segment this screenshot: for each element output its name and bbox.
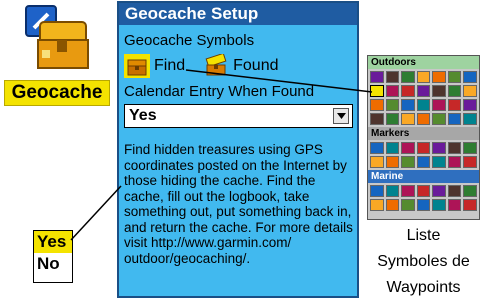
symbol-cell[interactable] — [432, 71, 446, 83]
calendar-entry-label: Calendar Entry When Found — [124, 83, 315, 100]
symbol-cell[interactable] — [370, 185, 384, 197]
caption-line-1: Liste — [406, 227, 441, 244]
symbol-cell[interactable] — [447, 185, 462, 197]
yes-no-callout: Yes No — [33, 230, 73, 283]
caption-line-2: Symboles de — [377, 253, 470, 270]
geocache-app-icon — [22, 4, 92, 74]
symbol-cell[interactable] — [447, 142, 462, 154]
symbol-cell[interactable] — [370, 99, 384, 111]
symbol-cell[interactable] — [385, 156, 400, 168]
symbol-cell[interactable] — [463, 185, 477, 197]
symbol-cell[interactable] — [447, 85, 462, 97]
symbol-cell[interactable] — [416, 185, 431, 197]
symbol-cell[interactable] — [416, 71, 431, 83]
symbol-list-caption: Liste Symboles de Waypoints — [367, 223, 480, 301]
symbol-cell[interactable] — [385, 113, 400, 125]
symbol-cell[interactable] — [416, 199, 431, 211]
geocache-symbol-cell[interactable] — [370, 85, 384, 97]
symbol-cell[interactable] — [416, 156, 431, 168]
found-symbol-button[interactable]: Found — [203, 53, 279, 79]
symbol-cell[interactable] — [463, 99, 477, 111]
geocache-symbols-label: Geocache Symbols — [124, 32, 255, 49]
marine-symbol-grid — [368, 183, 479, 213]
yes-connector-line — [70, 185, 122, 241]
symbol-cell[interactable] — [416, 85, 431, 97]
option-yes[interactable]: Yes — [34, 231, 72, 253]
symbol-cell[interactable] — [432, 185, 446, 197]
outdoors-symbol-grid — [368, 69, 479, 127]
symbol-cell[interactable] — [370, 113, 384, 125]
symbol-cell[interactable] — [370, 199, 384, 211]
symbol-cell[interactable] — [385, 199, 400, 211]
find-symbol-button[interactable]: Find — [124, 53, 185, 79]
dropdown-arrow-icon[interactable] — [333, 108, 349, 124]
app-label: Geocache — [4, 80, 110, 106]
geocache-setup-window: Geocache Setup Geocache Symbols Find Fou… — [117, 1, 359, 298]
symbol-cell[interactable] — [385, 185, 400, 197]
treasure-chest-icon — [25, 5, 89, 69]
symbol-cell[interactable] — [432, 142, 446, 154]
find-label: Find — [154, 57, 186, 74]
symbol-cell[interactable] — [447, 199, 462, 211]
symbol-cell[interactable] — [447, 99, 462, 111]
geocache-description: Find hidden treasures using GPS coordina… — [124, 142, 353, 266]
symbol-cell[interactable] — [401, 85, 415, 97]
symbol-cell[interactable] — [447, 71, 462, 83]
symbol-cell[interactable] — [447, 113, 462, 125]
found-chest-icon — [205, 54, 227, 76]
symbol-cell[interactable] — [370, 156, 384, 168]
symbol-cell[interactable] — [401, 156, 415, 168]
caption-line-3: Waypoints — [386, 279, 461, 296]
symbol-cell[interactable] — [432, 156, 446, 168]
symbol-cell[interactable] — [401, 185, 415, 197]
symbol-cell[interactable] — [401, 113, 415, 125]
markers-symbol-grid — [368, 140, 479, 170]
symbol-cell[interactable] — [385, 85, 400, 97]
symbol-cell[interactable] — [463, 199, 477, 211]
symbol-cell[interactable] — [447, 156, 462, 168]
waypoint-symbol-list: Outdoors Markers Marine — [367, 55, 480, 220]
symbol-cell[interactable] — [463, 71, 477, 83]
symbol-cell[interactable] — [401, 199, 415, 211]
symbol-cell[interactable] — [385, 142, 400, 154]
symbol-cell[interactable] — [463, 85, 477, 97]
symbol-cell[interactable] — [416, 142, 431, 154]
section-outdoors: Outdoors — [368, 56, 479, 69]
find-chest-icon — [124, 54, 150, 78]
symbol-cell[interactable] — [463, 142, 477, 154]
window-title: Geocache Setup — [119, 3, 357, 25]
symbol-cell[interactable] — [385, 71, 400, 83]
symbol-cell[interactable] — [432, 199, 446, 211]
symbol-row: Find Found — [124, 52, 353, 80]
calendar-entry-value: Yes — [129, 107, 157, 124]
symbol-cell[interactable] — [385, 99, 400, 111]
symbol-cell[interactable] — [370, 142, 384, 154]
symbol-cell[interactable] — [401, 71, 415, 83]
symbol-cell[interactable] — [401, 99, 415, 111]
symbol-cell[interactable] — [416, 99, 431, 111]
symbol-cell[interactable] — [401, 142, 415, 154]
symbol-cell[interactable] — [463, 156, 477, 168]
section-marine: Marine — [368, 170, 479, 183]
found-label: Found — [233, 57, 279, 74]
symbol-cell[interactable] — [432, 99, 446, 111]
option-no[interactable]: No — [34, 253, 72, 275]
symbol-cell[interactable] — [432, 85, 446, 97]
symbol-cell[interactable] — [463, 113, 477, 125]
calendar-entry-select[interactable]: Yes — [124, 104, 353, 128]
symbol-cell[interactable] — [370, 71, 384, 83]
symbol-cell[interactable] — [416, 113, 431, 125]
symbol-cell[interactable] — [432, 113, 446, 125]
section-markers: Markers — [368, 127, 479, 140]
